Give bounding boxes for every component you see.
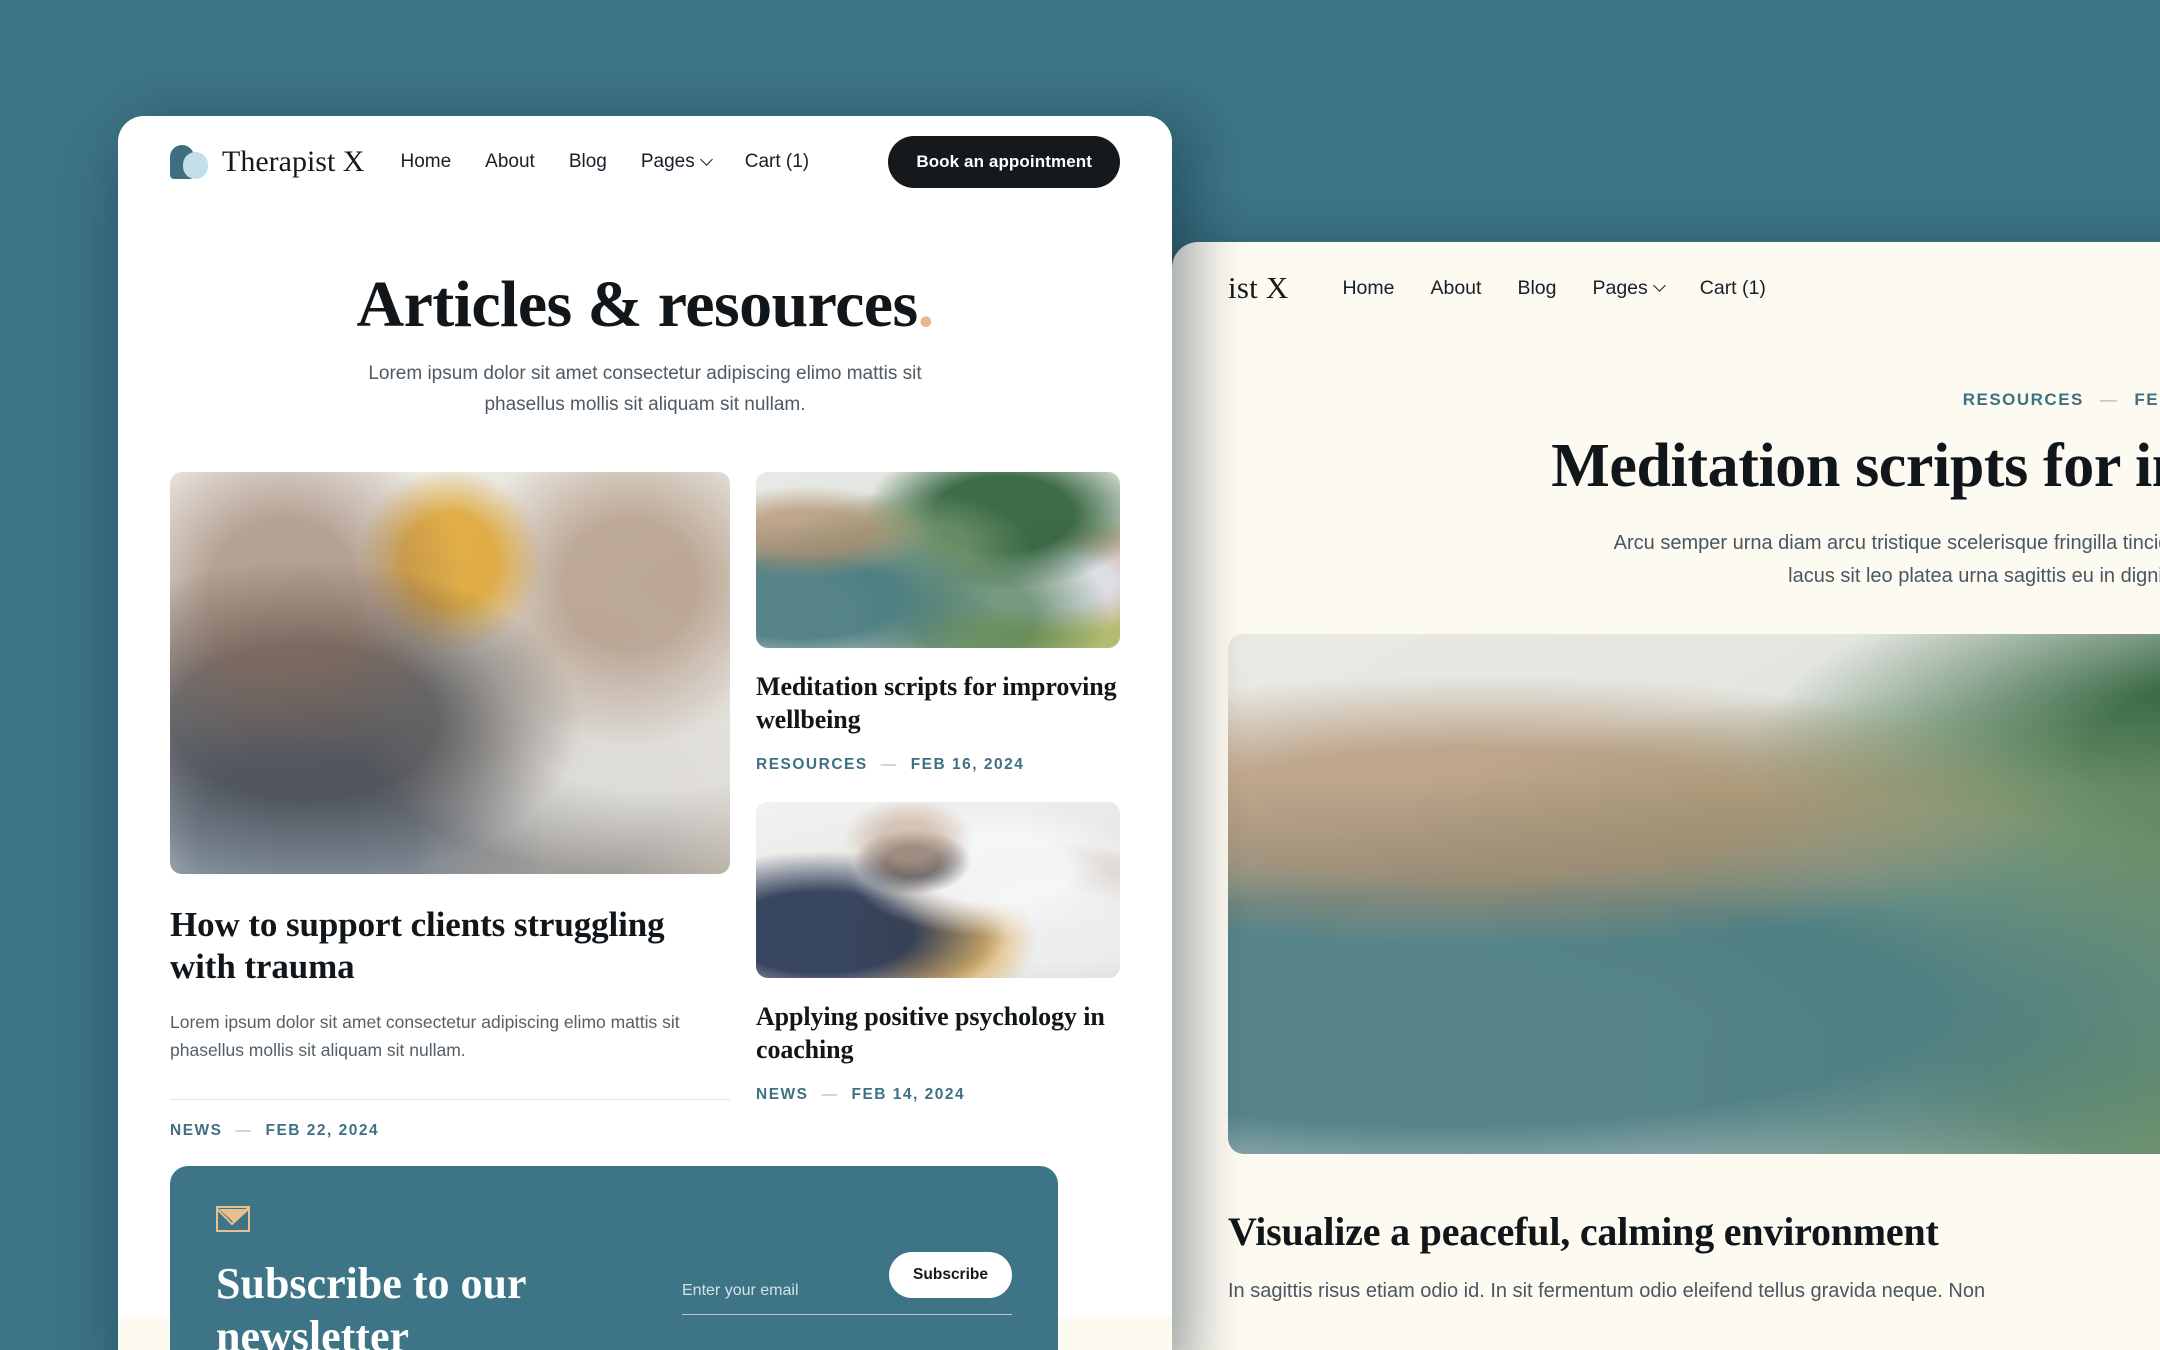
back-nav-label: Home xyxy=(1342,276,1395,299)
page-hero: Articles & resources. Lorem ipsum dolor … xyxy=(118,208,1172,420)
nav-item-pages[interactable]: Pages xyxy=(640,151,713,173)
featured-post-meta: NEWS — FEB 22, 2024 xyxy=(170,1122,730,1140)
chevron-down-icon xyxy=(1652,278,1666,292)
nav-item-about[interactable]: About xyxy=(485,151,535,173)
envelope-flap xyxy=(216,1206,250,1226)
article-hero-wrapper xyxy=(1172,592,2160,1155)
nav-label: About xyxy=(485,151,535,172)
side-post-card[interactable]: Meditation scripts for improving wellbei… xyxy=(756,472,1120,774)
envelope-icon xyxy=(216,1206,250,1232)
article-hero-image xyxy=(1228,634,2160,1155)
back-nav-item-blog[interactable]: Blog xyxy=(1517,277,1556,300)
chevron-down-icon xyxy=(699,152,713,166)
meta-separator: — xyxy=(235,1121,253,1139)
newsletter-subscribe-button[interactable]: Subscribe xyxy=(889,1252,1012,1298)
post-grid: How to support clients struggling with t… xyxy=(118,420,1172,1140)
meta-separator: — xyxy=(821,1086,839,1104)
newsletter-card: Subscribe to our newsletter Subscribe xyxy=(170,1166,1058,1350)
featured-post-title: How to support clients struggling with t… xyxy=(170,905,665,987)
blog-index-window: Therapist X Home About Blog Pages Cart (… xyxy=(118,116,1172,1350)
nav-label: Home xyxy=(400,151,452,172)
back-nav-links: Home About Blog Pages Cart (1) xyxy=(1342,277,1765,300)
front-nav-links: Home About Blog Pages Cart (1) xyxy=(400,151,809,173)
side-post-title: Applying positive psychology in coaching xyxy=(756,1002,1105,1065)
side-post-meta: RESOURCES — FEB 16, 2024 xyxy=(756,756,1120,774)
page-title-text: Articles & resources xyxy=(356,268,919,341)
side-post-image xyxy=(756,472,1120,649)
side-post-image xyxy=(756,802,1120,979)
side-post-title: Meditation scripts for improving wellbei… xyxy=(756,672,1117,735)
nav-label: Blog xyxy=(568,151,607,172)
post-date: FEB 16, 2024 xyxy=(910,756,1025,774)
nav-label: Cart (1) xyxy=(744,151,810,172)
front-window-page: Therapist X Home About Blog Pages Cart (… xyxy=(118,116,1172,1350)
photo-therapy-session xyxy=(170,472,730,875)
back-window-navbar: ist X Home About Blog Pages Cart (1) xyxy=(1172,242,2160,334)
article-lede: Arcu semper urna diam arcu tristique sce… xyxy=(1613,532,2160,587)
back-nav-label: Cart (1) xyxy=(1699,276,1766,299)
meta-separator: — xyxy=(2099,390,2119,409)
page-title: Articles & resources. xyxy=(178,270,1112,339)
newsletter-left: Subscribe to our newsletter xyxy=(216,1206,646,1350)
therapist-logo-icon xyxy=(170,145,208,179)
back-nav-label: Blog xyxy=(1517,276,1557,299)
nav-item-home[interactable]: Home xyxy=(400,151,451,173)
page-subtitle: Lorem ipsum dolor sit amet consectetur a… xyxy=(368,363,922,415)
back-window-page: ist X Home About Blog Pages Cart (1) RES… xyxy=(1172,242,2160,1350)
nav-item-cart[interactable]: Cart (1) xyxy=(745,151,809,173)
front-window-navbar: Therapist X Home About Blog Pages Cart (… xyxy=(118,116,1172,208)
article-title: Meditation scripts for improving wellbei… xyxy=(1551,432,2160,500)
book-appointment-button[interactable]: Book an appointment xyxy=(888,136,1120,188)
back-nav-item-pages[interactable]: Pages xyxy=(1592,276,1666,300)
side-post-card[interactable]: Applying positive psychology in coaching… xyxy=(756,802,1120,1104)
page-title-accent-dot: . xyxy=(917,268,935,341)
brand-name: Therapist X xyxy=(222,145,365,178)
screenshot-stage: ist X Home About Blog Pages Cart (1) RES… xyxy=(0,0,2160,1350)
side-post-meta: NEWS — FEB 14, 2024 xyxy=(756,1086,1120,1104)
newsletter-title: Subscribe to our newsletter xyxy=(216,1259,526,1350)
featured-post-card[interactable]: How to support clients struggling with t… xyxy=(170,472,730,1140)
article-section-paragraph: In sagittis risus etiam odio id. In sit … xyxy=(1228,1280,1986,1303)
article-section-heading: Visualize a peaceful, calming environmen… xyxy=(1228,1209,1939,1255)
back-nav-item-about[interactable]: About xyxy=(1430,277,1481,300)
back-nav-item-home[interactable]: Home xyxy=(1342,277,1394,300)
article-header: RESOURCES — FEB 16, 2024 Meditation scri… xyxy=(1172,334,2160,592)
newsletter-form: Subscribe xyxy=(682,1206,1012,1315)
logo-circle-shape xyxy=(183,152,208,179)
post-category: RESOURCES xyxy=(756,756,868,774)
nav-item-blog[interactable]: Blog xyxy=(569,151,607,173)
back-nav-label: Pages xyxy=(1592,276,1648,299)
post-category: NEWS xyxy=(756,1086,809,1104)
nav-label: Pages xyxy=(640,151,695,172)
post-category: NEWS xyxy=(170,1121,223,1139)
photo-woman-teal-jacket xyxy=(1228,634,2160,1155)
photo-woman-teal-jacket xyxy=(756,472,1120,649)
article-detail-window: ist X Home About Blog Pages Cart (1) RES… xyxy=(1172,242,2160,1350)
meta-separator: — xyxy=(880,756,898,774)
brand-logo[interactable]: Therapist X xyxy=(170,145,364,179)
back-nav-item-cart[interactable]: Cart (1) xyxy=(1700,277,1766,300)
back-nav-label: About xyxy=(1430,276,1482,299)
side-post-column: Meditation scripts for improving wellbei… xyxy=(756,472,1120,1140)
featured-post-image xyxy=(170,472,730,875)
divider xyxy=(170,1098,730,1100)
article-category: RESOURCES xyxy=(1962,390,2084,409)
article-meta: RESOURCES — FEB 16, 2024 xyxy=(1292,390,2160,410)
back-brand-name[interactable]: ist X xyxy=(1228,270,1288,306)
article-body-section: Visualize a peaceful, calming environmen… xyxy=(1172,1154,2160,1307)
photo-coaching-workshop xyxy=(756,802,1120,979)
input-underline xyxy=(682,1314,1012,1315)
featured-post-excerpt: Lorem ipsum dolor sit amet consectetur a… xyxy=(170,1012,680,1061)
post-date: FEB 14, 2024 xyxy=(851,1086,966,1104)
article-date: FEB 16, 2024 xyxy=(2134,390,2160,409)
post-date: FEB 22, 2024 xyxy=(265,1121,380,1139)
